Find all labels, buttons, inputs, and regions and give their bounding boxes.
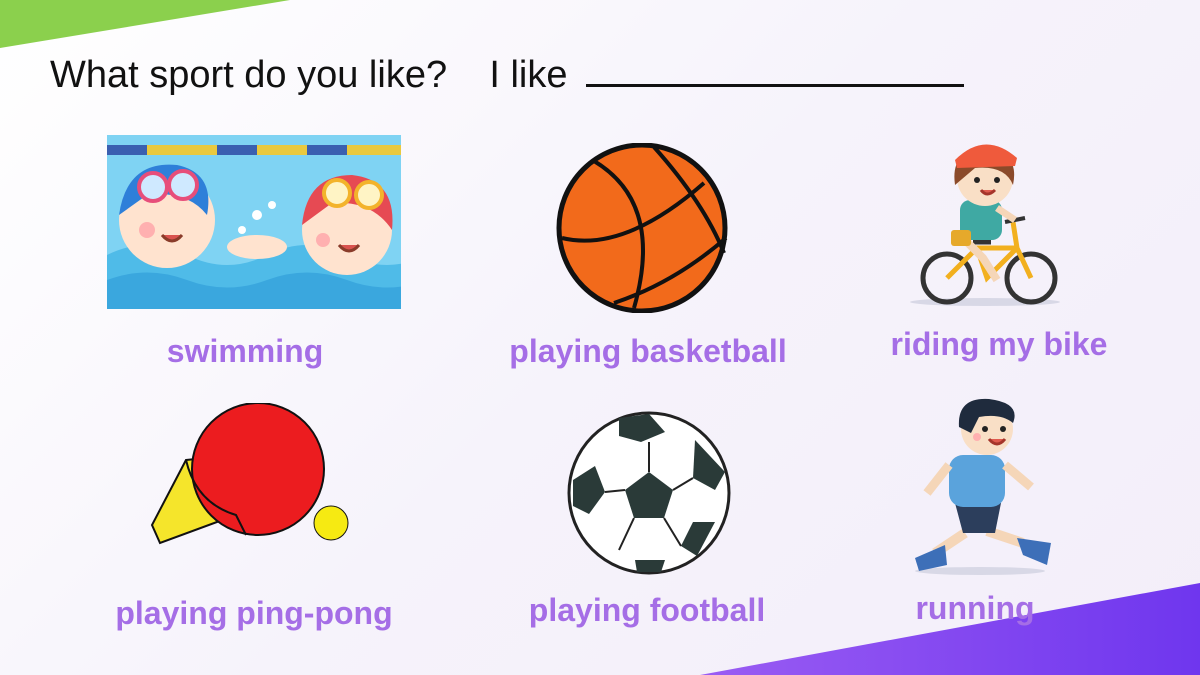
ping-pong-paddle-icon xyxy=(150,403,349,545)
label-running: running xyxy=(915,590,1035,626)
label-playing-basketball: playing basketball xyxy=(509,333,787,369)
swimming-children-icon xyxy=(107,135,401,309)
question-line: What sport do you like? I like xyxy=(50,50,965,97)
basketball-icon xyxy=(556,143,728,313)
soccer-ball-icon xyxy=(567,411,731,575)
label-swimming: swimming xyxy=(166,333,324,369)
answer-start: I like xyxy=(489,54,568,96)
question-prompt: What sport do you like? xyxy=(50,54,448,96)
girl-riding-bike-icon xyxy=(910,144,1060,306)
label-riding-my-bike: riding my bike xyxy=(890,326,1108,362)
running-boy-icon xyxy=(915,398,1051,575)
label-playing-ping-pong: playing ping-pong xyxy=(115,595,393,631)
answer-blank-line xyxy=(586,50,965,87)
label-playing-football: playing football xyxy=(528,592,766,628)
